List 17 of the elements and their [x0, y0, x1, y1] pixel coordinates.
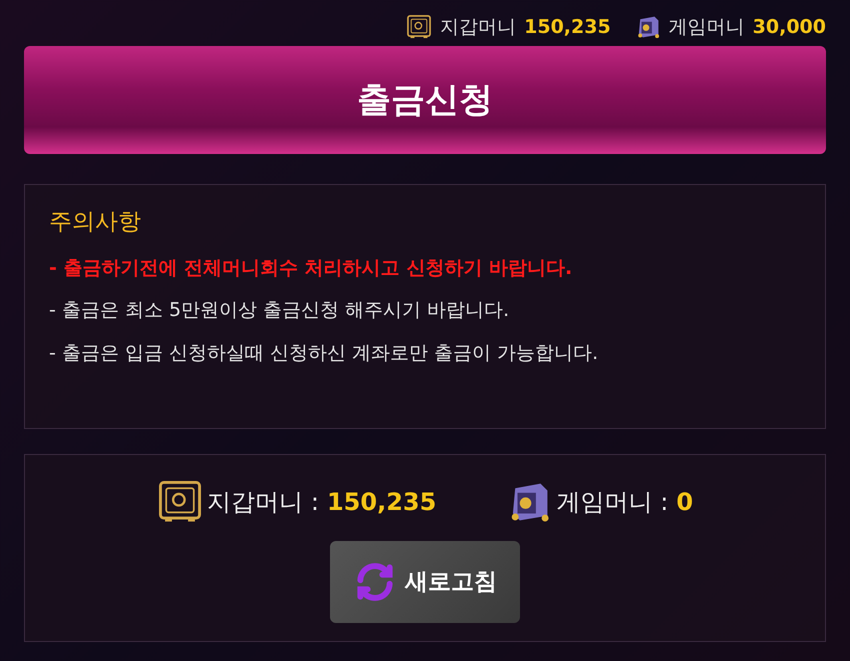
separator: : [660, 487, 668, 518]
balance-label: 게임머니 [556, 487, 652, 518]
balance-amount: 0 [676, 487, 694, 518]
notice-heading: 주의사항 [49, 208, 142, 237]
refresh-button[interactable]: 새로고침 [330, 541, 520, 623]
balance-amount: 150,235 [326, 487, 436, 518]
notice-text: - 출금은 최소 5만원이상 출금신청 해주시기 바랍니다. [49, 298, 510, 323]
notice-text: - 출금은 입금 신청하실때 신청하신 계좌로만 출금이 가능합니다. [49, 340, 600, 366]
safe-icon [406, 14, 432, 40]
balance-amount: 150,235 [524, 14, 611, 40]
balance-label: 게임머니 [668, 14, 745, 40]
separator: : [310, 487, 319, 518]
balance-label: 지갑머니 [440, 14, 516, 40]
balance-label: 지갑머니 [206, 487, 303, 518]
balance-amount: 30,000 [752, 14, 826, 40]
page-title: 출금신청 [357, 78, 493, 122]
notice-text: - 출금하기전에 전체머니회수 처리하시고 신청하기 바랍니다. [49, 256, 574, 280]
